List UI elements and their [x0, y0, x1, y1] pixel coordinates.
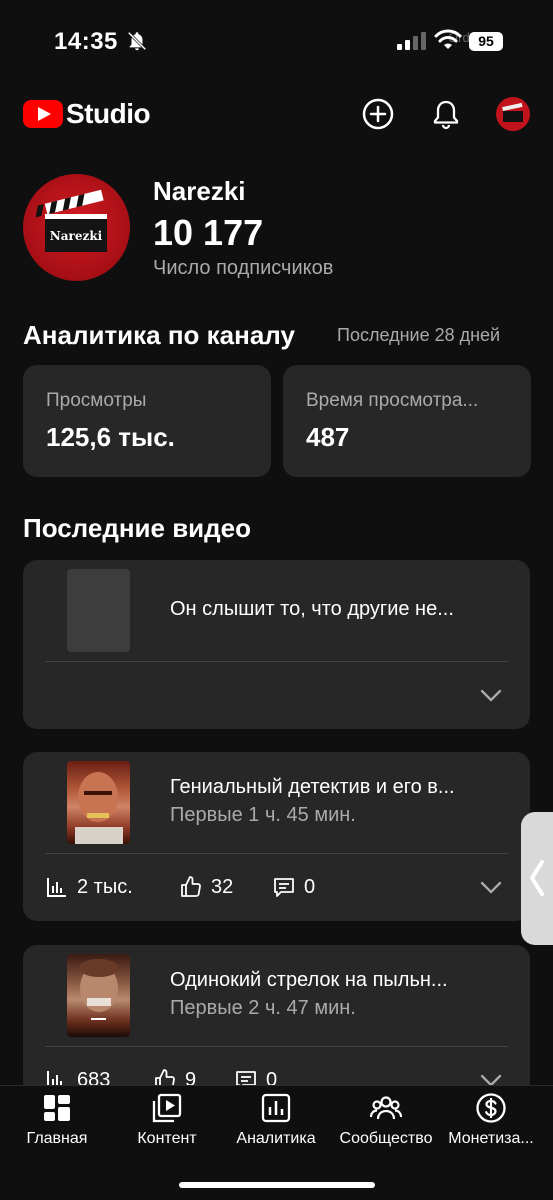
likes-metric: 32 — [179, 875, 233, 899]
recent-videos-title: Последние видео — [23, 513, 252, 543]
video-title[interactable]: Гениальный детектив и его в... — [170, 776, 510, 799]
comments-metric: 0 — [272, 875, 315, 899]
video-subtitle: Первые 2 ч. 47 мин. — [170, 997, 356, 1019]
analytics-icon — [261, 1093, 291, 1123]
stat-value: 125,6 тыс. — [46, 422, 175, 452]
channel-name: Narezki — [153, 176, 246, 206]
nav-label: Монетиза... — [448, 1130, 534, 1147]
comment-icon — [274, 878, 294, 897]
views-count: 2 тыс. — [77, 875, 133, 898]
status-bar: 14:35 Orda.kz 95 — [0, 0, 553, 80]
analytics-period: Последние 28 дней — [337, 325, 501, 345]
subscriber-count: 10 177 — [153, 212, 264, 253]
nav-monetization[interactable]: Монетиза... — [441, 1092, 541, 1148]
channel-avatar-text: Narezki — [50, 229, 103, 243]
bar-chart-icon — [47, 878, 66, 897]
nav-label: Главная — [26, 1130, 88, 1147]
signal-icon — [397, 32, 426, 50]
video-card[interactable]: Гениальный детектив и его в... Первые 1 … — [23, 752, 530, 921]
side-panel-handle[interactable] — [521, 812, 553, 945]
divider — [45, 853, 508, 854]
nav-analytics[interactable]: Аналитика — [229, 1092, 323, 1148]
subscriber-label: Число подписчиков — [153, 257, 334, 279]
comments-count: 0 — [304, 875, 316, 898]
nav-label: Сообщество — [339, 1130, 433, 1147]
studio-logo-text: Studio — [66, 98, 151, 129]
video-thumbnail[interactable] — [67, 761, 130, 844]
stat-label: Время просмотра... — [306, 390, 479, 411]
thumbs-up-icon — [181, 876, 201, 897]
chevron-left-icon — [530, 860, 544, 896]
stat-label: Просмотры — [46, 390, 147, 411]
video-card[interactable]: Одинокий стрелок на пыльн... Первые 2 ч.… — [23, 945, 530, 1105]
bell-off-icon — [127, 31, 147, 51]
nav-label: Аналитика — [236, 1130, 316, 1147]
video-thumbnail[interactable] — [67, 954, 130, 1037]
bell-icon[interactable] — [429, 97, 463, 131]
content-icon — [152, 1093, 182, 1123]
youtube-logo-icon[interactable] — [23, 100, 63, 128]
nav-content[interactable]: Контент — [130, 1092, 204, 1148]
app-header: Studio — [0, 92, 553, 140]
dashboard-icon — [44, 1095, 70, 1121]
video-title[interactable]: Одинокий стрелок на пыльн... — [170, 969, 510, 992]
stat-value: 487 — [306, 422, 350, 452]
video-card[interactable]: Он слышит то, что другие не... — [23, 560, 530, 729]
analytics-title: Аналитика по каналу — [23, 320, 295, 350]
nav-community[interactable]: Сообщество — [331, 1092, 441, 1148]
video-thumbnail[interactable] — [67, 569, 130, 652]
video-title[interactable]: Он слышит то, что другие не... — [170, 598, 510, 621]
home-indicator — [179, 1182, 375, 1188]
chevron-down-icon[interactable] — [480, 689, 502, 703]
add-icon[interactable] — [361, 97, 395, 131]
monetization-icon — [476, 1093, 506, 1123]
avatar[interactable] — [496, 97, 530, 131]
chevron-down-icon[interactable] — [480, 881, 502, 895]
status-time: 14:35 — [54, 28, 118, 55]
battery-icon: 95 — [469, 32, 503, 51]
likes-count: 32 — [211, 875, 234, 898]
divider — [45, 661, 508, 662]
nav-home[interactable]: Главная — [22, 1092, 92, 1148]
channel-avatar[interactable]: Narezki — [23, 174, 130, 281]
video-subtitle: Первые 1 ч. 45 мин. — [170, 804, 356, 826]
views-metric: 2 тыс. — [45, 875, 133, 899]
community-icon — [370, 1096, 402, 1120]
divider — [45, 1046, 508, 1047]
watch-time-card[interactable]: Время просмотра... 487 — [283, 365, 531, 477]
nav-label: Контент — [137, 1130, 197, 1147]
views-card[interactable]: Просмотры 125,6 тыс. — [23, 365, 271, 477]
